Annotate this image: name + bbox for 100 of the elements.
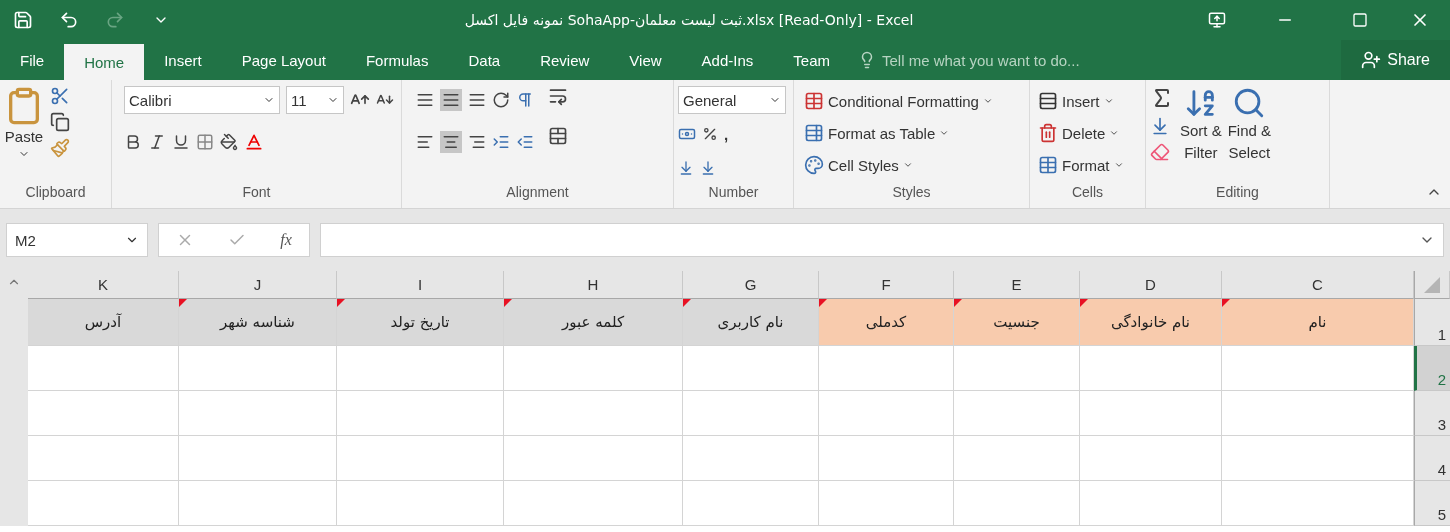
table-cell[interactable]	[683, 436, 819, 481]
table-cell[interactable]	[179, 436, 337, 481]
paintbrush-icon[interactable]	[50, 138, 70, 158]
name-box[interactable]: M2	[6, 223, 148, 257]
table-cell[interactable]	[1222, 436, 1414, 481]
table-cell[interactable]	[683, 481, 819, 526]
italic-icon[interactable]	[148, 133, 166, 151]
middle-align-icon[interactable]	[440, 89, 462, 111]
increase-decimal-icon[interactable]	[678, 160, 694, 176]
font-size-field[interactable]: 11	[286, 86, 344, 114]
cells-command[interactable]: Format	[1038, 150, 1141, 180]
column-header[interactable]: K	[28, 271, 179, 299]
table-cell[interactable]	[504, 391, 683, 436]
table-cell[interactable]	[1222, 391, 1414, 436]
column-header[interactable]: H	[504, 271, 683, 299]
table-cell[interactable]	[28, 391, 179, 436]
wrap-text-icon[interactable]	[548, 86, 568, 106]
fill-color-icon[interactable]	[220, 133, 238, 151]
borders-icon[interactable]	[196, 133, 214, 151]
table-cell[interactable]	[504, 346, 683, 391]
table-cell[interactable]	[1222, 481, 1414, 526]
table-cell[interactable]	[683, 346, 819, 391]
column-header[interactable]: G	[683, 271, 819, 299]
table-cell[interactable]	[1222, 346, 1414, 391]
decrease-decimal-icon[interactable]	[700, 160, 716, 176]
table-cell[interactable]	[337, 391, 504, 436]
increase-indent-icon[interactable]	[492, 133, 510, 151]
row-header[interactable]: 5	[1414, 481, 1450, 526]
table-cell[interactable]	[337, 481, 504, 526]
table-cell[interactable]	[337, 436, 504, 481]
ribbon-tab[interactable]: File	[0, 40, 65, 80]
align-left-icon[interactable]	[416, 133, 434, 151]
table-cell[interactable]	[337, 346, 504, 391]
paste-button[interactable]: Paste	[4, 86, 44, 184]
column-header[interactable]: I	[337, 271, 504, 299]
column-header[interactable]: C	[1222, 271, 1414, 299]
table-cell[interactable]	[819, 391, 954, 436]
table-cell[interactable]	[504, 481, 683, 526]
table-cell[interactable]	[954, 436, 1080, 481]
formula-field[interactable]	[320, 223, 1444, 257]
cells-command[interactable]: Insert	[1038, 86, 1141, 116]
table-cell[interactable]	[954, 346, 1080, 391]
ribbon-tab[interactable]: Add-Ins	[681, 40, 774, 80]
table-cell[interactable]	[683, 391, 819, 436]
sort-filter-button[interactable]: Sort & Filter	[1180, 86, 1222, 184]
table-cell[interactable]	[179, 346, 337, 391]
row-header[interactable]: 4	[1414, 436, 1450, 481]
orientation-icon[interactable]	[492, 91, 510, 109]
align-center-icon[interactable]	[440, 131, 462, 153]
number-format-field[interactable]: General	[678, 86, 786, 114]
ribbon-tab[interactable]: Data	[448, 40, 521, 80]
table-cell[interactable]	[504, 436, 683, 481]
table-cell[interactable]	[28, 346, 179, 391]
font-name-field[interactable]: Calibri	[124, 86, 280, 114]
table-cell[interactable]	[1080, 481, 1222, 526]
scissors-icon[interactable]	[50, 86, 70, 106]
underline-icon[interactable]	[172, 133, 190, 151]
ribbon-tab[interactable]: Review	[520, 40, 610, 80]
row-header[interactable]: 3	[1414, 391, 1450, 436]
styles-command[interactable]: Cell Styles	[804, 150, 1025, 180]
ribbon-tab[interactable]: Team	[773, 40, 850, 80]
copy-icon[interactable]	[50, 112, 70, 132]
table-cell[interactable]	[1080, 436, 1222, 481]
table-cell[interactable]	[1080, 391, 1222, 436]
decrease-indent-icon[interactable]	[516, 133, 534, 151]
bottom-align-icon[interactable]	[468, 91, 486, 109]
column-header[interactable]: D	[1080, 271, 1222, 299]
find-select-button[interactable]: Find & Select	[1227, 86, 1272, 184]
ribbon-tab[interactable]: Home	[64, 44, 145, 80]
row-header[interactable]: 2	[1414, 346, 1450, 391]
table-cell[interactable]	[954, 391, 1080, 436]
table-cell[interactable]	[28, 481, 179, 526]
font-color-icon[interactable]	[244, 132, 264, 152]
tell-me-field[interactable]: Tell me what you want to do...	[850, 40, 1088, 80]
paragraph-icon[interactable]	[516, 91, 534, 109]
table-cell[interactable]	[954, 481, 1080, 526]
ribbon-tab[interactable]: View	[609, 40, 682, 80]
ribbon-tab[interactable]: Page Layout	[221, 40, 346, 80]
column-header[interactable]: E	[954, 271, 1080, 299]
align-right-icon[interactable]	[468, 133, 486, 151]
styles-command[interactable]: Format as Table	[804, 118, 1025, 148]
styles-command[interactable]: Conditional Formatting	[804, 86, 1025, 116]
ribbon-tab[interactable]: Insert	[144, 40, 222, 80]
merge-cells-icon[interactable]	[548, 126, 568, 146]
table-cell[interactable]	[819, 346, 954, 391]
select-all-icon[interactable]	[1424, 276, 1440, 293]
cells-command[interactable]: Delete	[1038, 118, 1141, 148]
share-button[interactable]: Share	[1341, 40, 1450, 80]
percent-icon[interactable]	[702, 126, 718, 142]
insert-function-button[interactable]: fx	[280, 231, 292, 249]
column-header[interactable]: J	[179, 271, 337, 299]
table-cell[interactable]	[179, 391, 337, 436]
table-cell[interactable]	[28, 436, 179, 481]
table-cell[interactable]	[179, 481, 337, 526]
ribbon-tab[interactable]: Formulas	[345, 40, 449, 80]
comma-style-button[interactable]: ,	[724, 119, 729, 149]
table-cell[interactable]	[819, 436, 954, 481]
top-align-icon[interactable]	[416, 91, 434, 109]
table-cell[interactable]	[819, 481, 954, 526]
table-cell[interactable]	[1080, 346, 1222, 391]
